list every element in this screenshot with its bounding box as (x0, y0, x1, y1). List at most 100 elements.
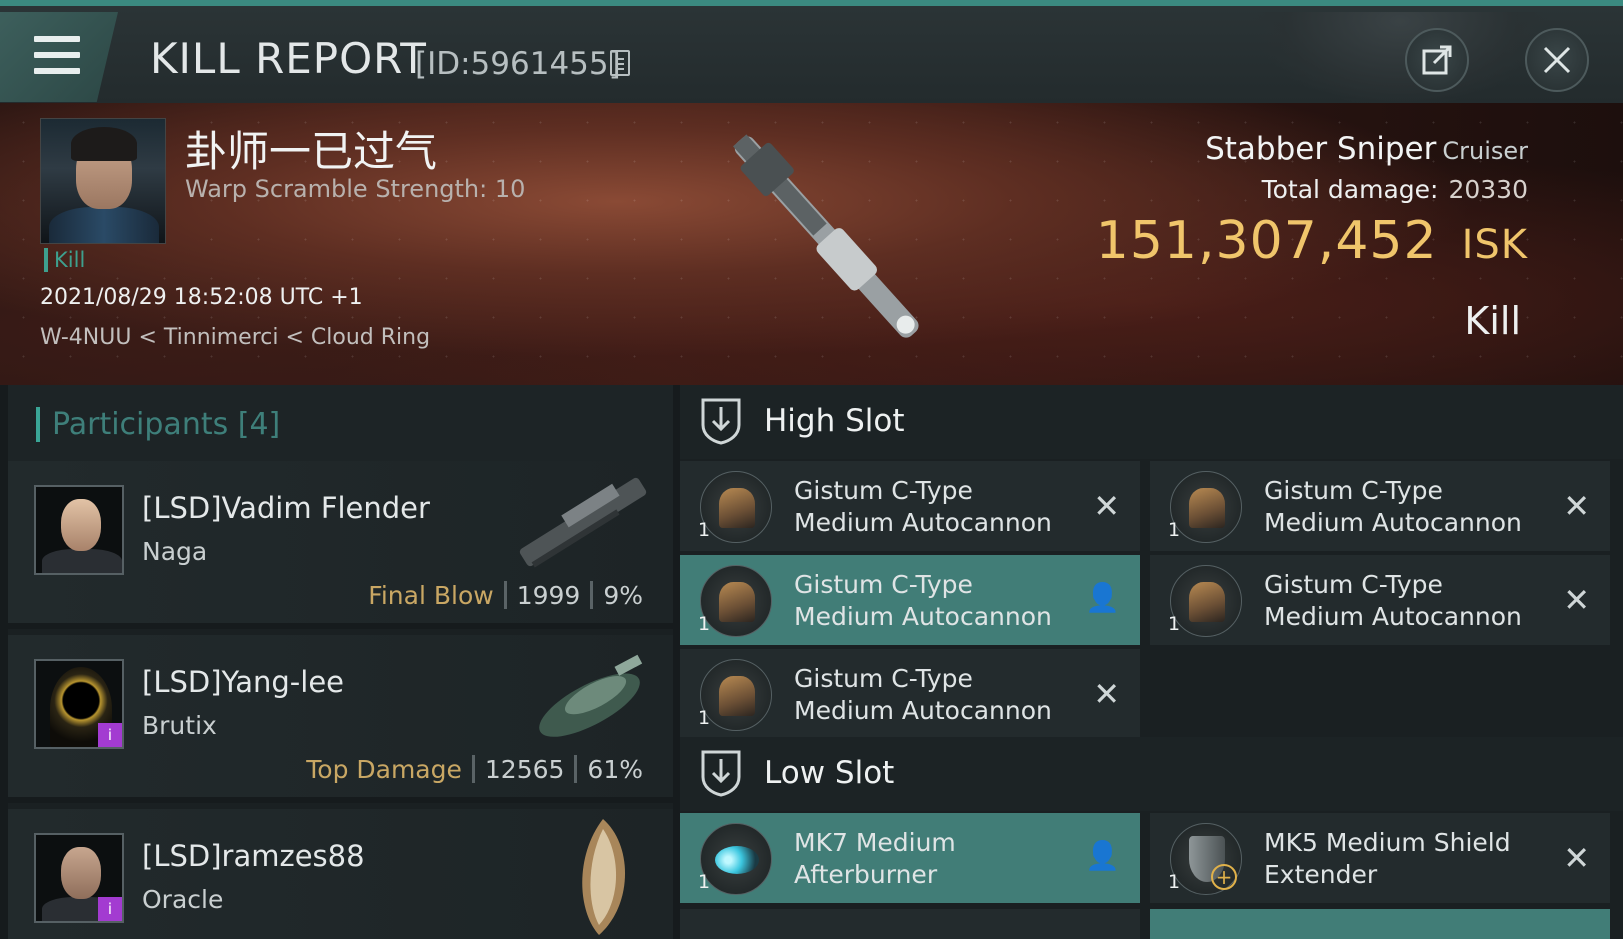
autocannon-icon (700, 659, 772, 731)
participant-card[interactable]: [LSD]Vadim Flender Naga Final Blow 1999 9% (8, 461, 673, 629)
isk-unit: ISK (1461, 222, 1528, 268)
module-quantity: 1 (1168, 519, 1181, 541)
module-name: Gistum C-Type Medium Autocannon (1264, 476, 1522, 537)
isk-amount: 151,307,452 (1095, 211, 1438, 271)
header-planet-art (1250, 12, 1550, 107)
avatar: i (34, 833, 124, 923)
participant-ship: Naga (142, 537, 208, 566)
module-item[interactable]: 1 Gistum C-Type Medium Autocannon 👤 (680, 555, 1140, 645)
destroyed-icon: ✕ (1563, 581, 1590, 619)
participant-card[interactable]: i [LSD]Yang-lee Brutix Top Damage 12565 61… (8, 635, 673, 803)
victim-ship-image[interactable] (670, 113, 970, 373)
dropped-person-icon: 👤 (1085, 839, 1120, 872)
autocannon-icon (1170, 565, 1242, 637)
low-slot-icon (701, 750, 741, 797)
alpha-badge-icon: i (98, 723, 122, 747)
warp-scramble-strength: Warp Scramble Strength: 10 (185, 175, 526, 203)
brutix-ship-image (539, 654, 643, 737)
victim-avatar[interactable] (40, 118, 166, 244)
alpha-badge-icon: i (98, 897, 122, 921)
participant-damage: 1999 (516, 581, 581, 610)
kill-date: 2021/08/29 18:52:08 UTC +1 (40, 285, 363, 310)
module-item[interactable]: 1 Gistum C-Type Medium Autocannon ✕ (1150, 555, 1610, 645)
menu-button[interactable] (0, 12, 118, 102)
victim-banner: 卦师一已过气 Warp Scramble Strength: 10 Kill 2… (0, 103, 1623, 385)
participants-panel: Participants [4] [LSD]Vadim Flender Naga… (8, 385, 673, 939)
participants-header: Participants [4] (8, 385, 673, 461)
autocannon-icon (700, 565, 772, 637)
low-slot-label: Low Slot (764, 755, 895, 791)
autocannon-icon (700, 471, 772, 543)
total-damage-value: 20330 (1448, 175, 1528, 204)
high-slot-icon (701, 398, 741, 445)
module-name: MK5 Medium Shield Extender (1264, 828, 1511, 889)
destroyed-icon: ✕ (1563, 487, 1590, 525)
participant-percent: 61% (587, 755, 643, 784)
destroyed-icon: ✕ (1093, 487, 1120, 525)
module-quantity: 1 (698, 871, 711, 893)
victim-ship[interactable]: Stabber Sniper Cruiser (1205, 131, 1528, 167)
module-item[interactable]: 1 Gistum C-Type Medium Autocannon ✕ (680, 649, 1140, 739)
module-item[interactable]: 1 Gistum C-Type Medium Autocannon ✕ (1150, 461, 1610, 551)
kill-report-header: KILL REPORT [ID:5961455] (0, 0, 1623, 107)
participants-title: Participants [4] (36, 407, 280, 442)
module-name: Gistum C-Type Medium Autocannon (794, 476, 1052, 537)
module-name: Gistum C-Type Medium Autocannon (1264, 570, 1522, 631)
participant-percent: 9% (603, 581, 643, 610)
participant-stats: Final Blow 1999 9% (368, 581, 643, 610)
result-label: Kill (1464, 299, 1521, 343)
module-item[interactable]: + 1 MK5 Medium Shield Extender ✕ (1150, 813, 1610, 903)
total-damage-label: Total damage: (1261, 175, 1439, 204)
participant-card[interactable]: i [LSD]ramzes88 Oracle (8, 809, 673, 939)
afterburner-icon (700, 823, 772, 895)
kill-tag: Kill (44, 248, 85, 272)
page-title: KILL REPORT (150, 34, 427, 83)
participant-ship: Oracle (142, 885, 224, 914)
autocannon-icon (1170, 471, 1242, 543)
participant-name: [LSD]Vadim Flender (142, 491, 430, 525)
ship-name: Stabber Sniper (1205, 131, 1437, 167)
participant-damage: 12565 (484, 755, 565, 784)
participant-stats: Top Damage 12565 61% (306, 755, 643, 784)
final-blow-tag: Final Blow (368, 581, 494, 610)
module-item-partial[interactable] (680, 909, 1140, 939)
dropped-person-icon: 👤 (1085, 581, 1120, 614)
fitting-panel: High Slot 1 Gistum C-Type Medium Autocann… (680, 385, 1623, 939)
kill-id: [ID:5961455] (415, 46, 621, 82)
module-item[interactable]: 1 Gistum C-Type Medium Autocannon ✕ (680, 461, 1140, 551)
module-quantity: 1 (698, 707, 711, 729)
module-name: Gistum C-Type Medium Autocannon (794, 570, 1052, 631)
module-name: Gistum C-Type Medium Autocannon (794, 664, 1052, 725)
avatar (34, 485, 124, 575)
shield-extender-icon: + (1170, 823, 1242, 895)
participant-name: [LSD]ramzes88 (142, 839, 365, 873)
isk-value: 151,307,452 ISK (1096, 211, 1528, 271)
copy-icon[interactable] (610, 50, 630, 76)
module-quantity: 1 (698, 519, 711, 541)
close-button[interactable] (1525, 28, 1589, 92)
module-quantity: 1 (1168, 613, 1181, 635)
close-icon (1543, 46, 1571, 74)
total-damage: Total damage: 20330 (1262, 175, 1528, 204)
naga-ship-image (519, 477, 647, 568)
high-slot-label: High Slot (764, 403, 905, 439)
module-quantity: 1 (1168, 871, 1181, 893)
module-name: MK7 Medium Afterburner (794, 828, 956, 889)
participant-name: [LSD]Yang-lee (142, 665, 345, 699)
destroyed-icon: ✕ (1563, 839, 1590, 877)
destroyed-icon: ✕ (1093, 675, 1120, 713)
share-button[interactable] (1405, 28, 1469, 92)
module-item-partial[interactable] (1150, 909, 1610, 939)
high-slot-header: High Slot (680, 385, 1623, 459)
module-quantity: 1 (698, 613, 711, 635)
victim-name[interactable]: 卦师一已过气 (185, 118, 437, 179)
kill-location[interactable]: W-4NUU < Tinnimerci < Cloud Ring (40, 325, 430, 350)
share-icon (1422, 45, 1452, 75)
low-slot-header: Low Slot (680, 737, 1623, 811)
module-item[interactable]: 1 MK7 Medium Afterburner 👤 (680, 813, 1140, 903)
avatar: i (34, 659, 124, 749)
participant-ship: Brutix (142, 711, 217, 740)
ship-class: Cruiser (1442, 137, 1528, 165)
oracle-ship-image (582, 819, 626, 935)
top-damage-tag: Top Damage (306, 755, 462, 784)
